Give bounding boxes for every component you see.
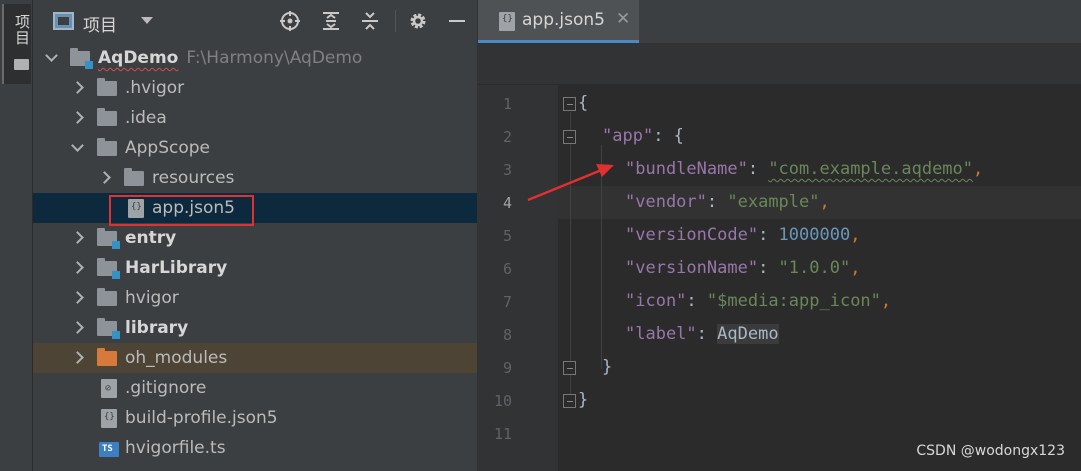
fold-marker-icon[interactable] (563, 130, 576, 144)
tree-item-label: HarLibrary (125, 258, 228, 278)
tree-item-label: build-profile.json5 (125, 408, 278, 428)
chevron-right-icon[interactable] (71, 343, 85, 373)
module-folder-icon (97, 318, 120, 339)
code-line-10: } (578, 390, 589, 410)
tree-item-aqdemo[interactable]: AqDemo F:\Harmony\AqDemo (33, 43, 477, 73)
indent-guide (570, 112, 571, 402)
code-line-1: { (578, 93, 589, 113)
tree-item-hvigorfile[interactable]: hvigorfile.ts (33, 433, 477, 463)
project-path: F:\Harmony\AqDemo (186, 48, 363, 68)
tree-item-entry[interactable]: entry (33, 223, 477, 253)
typescript-file-icon (99, 442, 119, 457)
tree-item-label: .gitignore (125, 378, 207, 398)
tree-item-label: .hvigor (125, 78, 185, 98)
project-tool-tab[interactable]: 项目 (2, 4, 31, 84)
tree-item-label: resources (152, 168, 235, 188)
folder-icon (97, 78, 117, 96)
tree-item-harlibrary[interactable]: HarLibrary (33, 253, 477, 283)
folder-icon (97, 138, 117, 156)
tree-item-gitignore[interactable]: .gitignore (33, 373, 477, 403)
project-view-title[interactable]: 项目 (83, 11, 117, 36)
tree-item-build-profile[interactable]: build-profile.json5 (33, 403, 477, 433)
tree-item-label: hvigor (125, 288, 179, 308)
module-folder-icon (97, 258, 120, 279)
chevron-down-icon[interactable] (45, 43, 59, 73)
chevron-right-icon[interactable] (71, 103, 85, 133)
tab-app-json5[interactable]: app.json5 ✕ (478, 0, 639, 43)
code-line-6: "versionName": "1.0.0", (625, 258, 861, 278)
json5-file-icon (499, 12, 515, 31)
minimize-icon[interactable] (446, 10, 468, 32)
code-line-2: "app": { (602, 126, 684, 146)
json5-file-icon (101, 409, 117, 428)
fold-marker-icon[interactable] (563, 361, 576, 375)
tree-item-hvigor[interactable]: hvigor (33, 283, 477, 313)
chevron-right-icon[interactable] (71, 223, 85, 253)
project-tool-label: 项目 (13, 14, 31, 46)
chevron-down-icon[interactable] (141, 17, 153, 24)
folder-icon (97, 108, 117, 126)
watermark: CSDN @wodongx123 (916, 443, 1065, 459)
tree-item-resources[interactable]: resources (33, 163, 477, 193)
code-line-9: } (602, 357, 613, 377)
gitignore-file-icon (101, 379, 117, 398)
project-view-icon (53, 12, 74, 30)
chevron-right-icon[interactable] (98, 163, 112, 193)
expand-all-icon[interactable] (320, 10, 342, 32)
tree-item-label: entry (125, 228, 177, 248)
code-line-7: "icon": "$media:app_icon", (625, 291, 892, 311)
annotation-arrow (527, 164, 614, 202)
code-area[interactable]: { "app": { "bundleName": "com.example.aq… (478, 85, 1081, 471)
tree-item-label: hvigorfile.ts (125, 438, 226, 458)
tree-item-oh-modules[interactable]: oh_modules (33, 343, 477, 373)
project-panel: 项目 AqDemo F:\Harmony\AqDemo .hvigor .ide… (33, 0, 477, 471)
close-icon[interactable]: ✕ (616, 9, 630, 29)
module-folder-icon (70, 48, 93, 69)
chevron-right-icon[interactable] (71, 253, 85, 283)
module-folder-icon (97, 228, 120, 249)
tree-item-label: library (125, 318, 189, 338)
tree-item-label: .idea (125, 108, 167, 128)
folder-icon (14, 59, 29, 70)
tree-item-label: AppScope (125, 138, 210, 158)
fold-marker-icon[interactable] (563, 97, 576, 111)
editor-panel: app.json5 ✕ 1 2 3 4 5 6 7 8 9 10 11 { "a… (477, 0, 1081, 471)
tool-window-strip: 项目 (0, 0, 33, 471)
excluded-folder-icon (97, 348, 117, 366)
tree-item-label: AqDemo (98, 48, 179, 68)
collapse-all-icon[interactable] (359, 10, 381, 32)
editor-header-bar (478, 43, 1081, 85)
tree-item-hvigor-hidden[interactable]: .hvigor (33, 73, 477, 103)
tree-item-label: oh_modules (125, 348, 228, 368)
toolbar-divider (395, 10, 396, 32)
code-line-5: "versionCode": 1000000, (625, 225, 861, 245)
project-toolbar: 项目 (33, 0, 477, 42)
chevron-down-icon[interactable] (71, 133, 85, 163)
fold-marker-icon[interactable] (563, 394, 576, 408)
folder-icon (124, 168, 144, 186)
gear-icon[interactable] (407, 10, 429, 32)
folder-icon (97, 288, 117, 306)
code-line-3: "bundleName": "com.example.aqdemo", (625, 159, 984, 179)
crosshair-icon[interactable] (279, 10, 301, 32)
tree-item-idea[interactable]: .idea (33, 103, 477, 133)
tree-item-appscope[interactable]: AppScope (33, 133, 477, 163)
code-line-8: "label": AqDemo (625, 324, 779, 344)
tab-label: app.json5 (522, 10, 605, 30)
annotation-highlight-box (109, 195, 254, 226)
code-line-4: "vendor": "example", (625, 192, 830, 212)
chevron-right-icon[interactable] (71, 73, 85, 103)
chevron-right-icon[interactable] (71, 283, 85, 313)
chevron-right-icon[interactable] (71, 313, 85, 343)
tree-item-library[interactable]: library (33, 313, 477, 343)
editor-tab-bar: app.json5 ✕ (478, 0, 1081, 43)
tree-item-app-json5[interactable]: app.json5 (33, 193, 477, 223)
